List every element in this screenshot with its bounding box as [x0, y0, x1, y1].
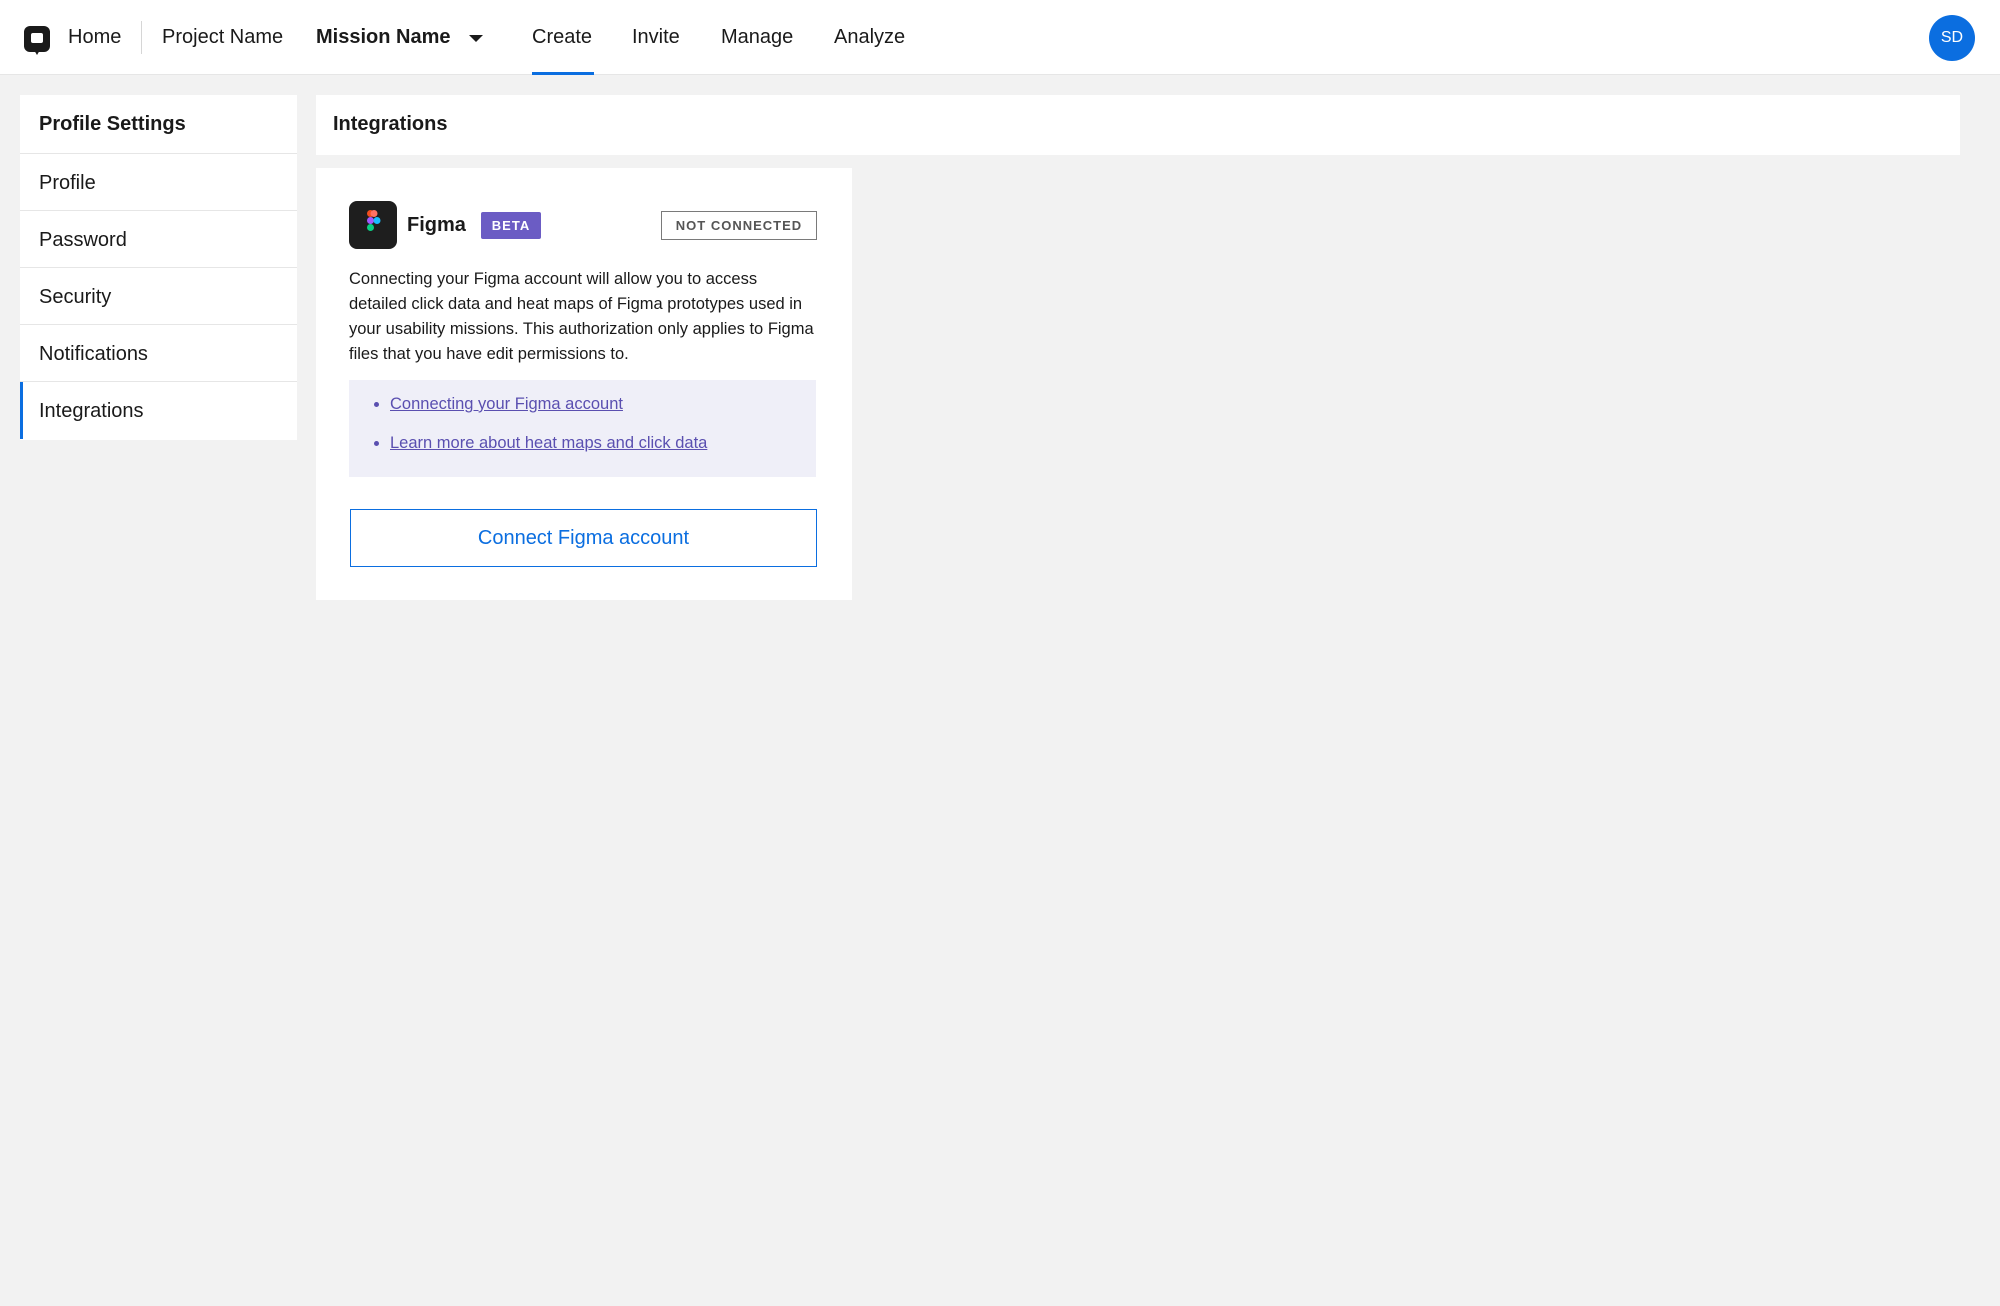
- tab-analyze[interactable]: Analyze: [834, 24, 905, 50]
- nav-divider: [141, 21, 142, 54]
- figma-logo-icon: [349, 201, 397, 249]
- sidebar-item-password[interactable]: Password: [20, 211, 297, 268]
- help-links-box: Connecting your Figma account Learn more…: [349, 380, 816, 477]
- nav-home-link[interactable]: Home: [68, 24, 121, 50]
- nav-project-link[interactable]: Project Name: [162, 24, 283, 50]
- heat-maps-learn-more-link[interactable]: Learn more about heat maps and click dat…: [390, 434, 707, 452]
- sidebar-item-integrations[interactable]: Integrations: [20, 382, 297, 439]
- list-item: Learn more about heat maps and click dat…: [372, 433, 816, 472]
- connect-figma-button[interactable]: Connect Figma account: [350, 509, 817, 567]
- top-navigation-bar: Home Project Name Mission Name Create In…: [0, 0, 2000, 75]
- chat-bubble-logo-icon[interactable]: [24, 26, 50, 55]
- list-item: Connecting your Figma account: [372, 394, 816, 433]
- active-tab-indicator: [532, 72, 594, 75]
- beta-badge: BETA: [481, 212, 541, 239]
- profile-settings-sidebar: Profile Settings Profile Password Securi…: [20, 95, 297, 440]
- page-title: Integrations: [316, 95, 1960, 155]
- sidebar-item-notifications[interactable]: Notifications: [20, 325, 297, 382]
- integration-description: Connecting your Figma account will allow…: [349, 270, 814, 363]
- connecting-figma-account-link[interactable]: Connecting your Figma account: [390, 395, 623, 413]
- tab-manage[interactable]: Manage: [721, 24, 793, 50]
- figma-integration-card: Figma BETA NOT CONNECTED Connecting your…: [316, 168, 852, 600]
- sidebar-title: Profile Settings: [20, 95, 297, 154]
- avatar[interactable]: SD: [1929, 15, 1975, 61]
- tab-invite[interactable]: Invite: [632, 24, 680, 50]
- chevron-down-icon[interactable]: [469, 35, 483, 42]
- status-badge: NOT CONNECTED: [661, 211, 817, 240]
- integration-name: Figma: [407, 214, 466, 236]
- tab-create[interactable]: Create: [532, 24, 592, 50]
- mission-selector[interactable]: Mission Name: [316, 24, 450, 50]
- sidebar-item-profile[interactable]: Profile: [20, 154, 297, 211]
- sidebar-item-security[interactable]: Security: [20, 268, 297, 325]
